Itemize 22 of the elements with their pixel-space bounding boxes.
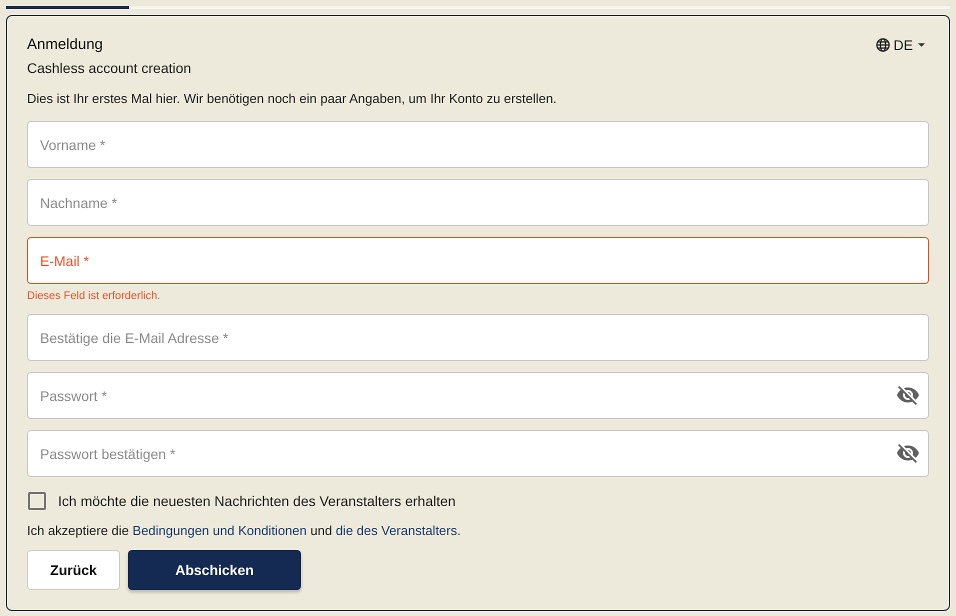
- input-field[interactable]: Bestätige die E-Mail Adresse *: [27, 314, 929, 361]
- eye-slash-icon[interactable]: [897, 444, 919, 463]
- intro-text: Dies ist Ihr erstes Mal hier. Wir benötigen noch ein paar Angaben, um Ihr Konto zu erstellen.: [27, 90, 558, 108]
- input-field[interactable]: Vorname *: [27, 121, 929, 168]
- input-field[interactable]: E-Mail *: [27, 237, 929, 284]
- form-title: Anmeldung: [27, 35, 104, 55]
- language-selector[interactable]: DE: [876, 35, 925, 55]
- newsletter-label: Ich möchte die neuesten Nachrichten des Veranstalters erhalten: [58, 492, 456, 511]
- back-button[interactable]: Zurück: [27, 550, 120, 590]
- form-subtitle: Cashless account creation: [27, 59, 192, 78]
- error-message: Dieses Feld ist erforderlich.: [27, 289, 162, 303]
- password-field[interactable]: Passwort *: [27, 372, 929, 419]
- submit-button[interactable]: Abschicken: [128, 550, 301, 590]
- checkbox[interactable]: [28, 492, 46, 510]
- caret-icon: [918, 43, 925, 47]
- terms-text: Ich akzeptiere die Bedingungen und Konditionen und die des Veranstalters.: [27, 522, 462, 540]
- globe-icon: [876, 38, 890, 52]
- terms-link[interactable]: die des Veranstalters.: [336, 523, 461, 538]
- input-field[interactable]: Nachname *: [27, 179, 929, 226]
- password-field[interactable]: Passwort bestätigen *: [27, 430, 929, 477]
- eye-slash-icon[interactable]: [897, 386, 919, 405]
- terms-link[interactable]: Bedingungen und Konditionen: [132, 523, 307, 538]
